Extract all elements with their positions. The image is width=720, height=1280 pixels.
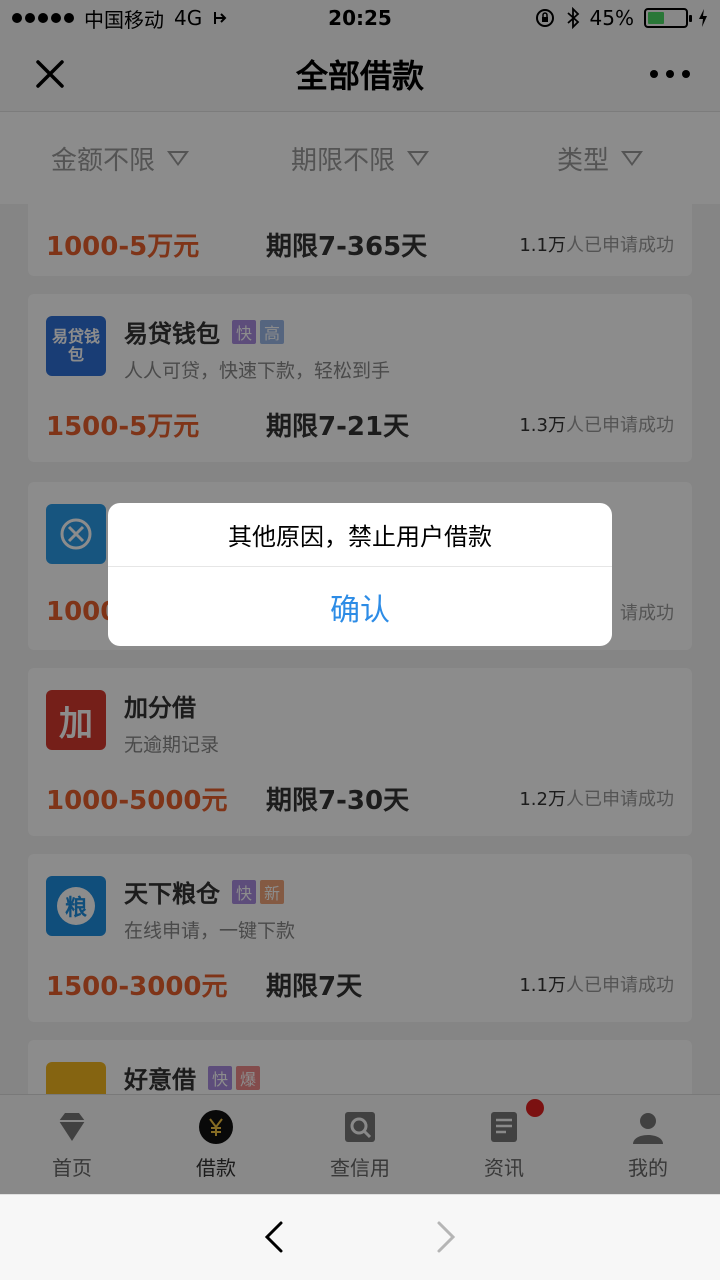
browser-toolbar bbox=[0, 1194, 720, 1280]
alert-dialog: 其他原因，禁止用户借款 确认 bbox=[108, 503, 612, 646]
forward-arrow-icon[interactable] bbox=[425, 1217, 465, 1257]
confirm-button[interactable]: 确认 bbox=[108, 567, 612, 646]
back-arrow-icon[interactable] bbox=[255, 1217, 295, 1257]
dialog-message: 其他原因，禁止用户借款 bbox=[108, 503, 612, 567]
